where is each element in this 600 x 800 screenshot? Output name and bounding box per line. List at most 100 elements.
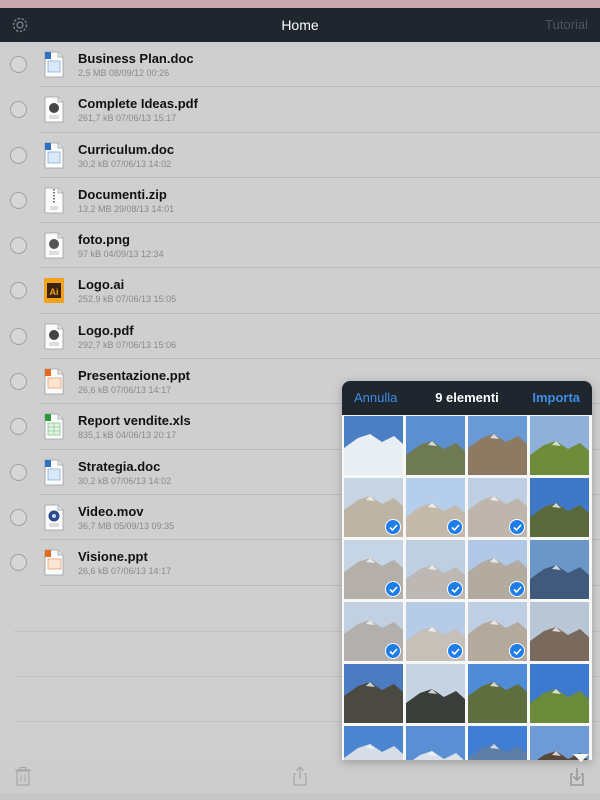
photo-thumbnail[interactable] bbox=[530, 602, 589, 661]
checkmark-icon bbox=[385, 643, 401, 659]
bottom-strip bbox=[0, 793, 600, 800]
photo-thumbnail[interactable] bbox=[406, 478, 465, 537]
select-radio[interactable] bbox=[10, 327, 27, 345]
select-radio[interactable] bbox=[10, 191, 27, 209]
pdf-file-icon bbox=[43, 96, 65, 123]
select-radio[interactable] bbox=[10, 146, 27, 164]
file-meta: 252,9 kB 07/06/13 15:05 bbox=[78, 294, 177, 305]
checkmark-icon bbox=[385, 581, 401, 597]
select-radio[interactable] bbox=[10, 282, 27, 300]
file-name: Documenti.zip bbox=[78, 186, 167, 202]
import-icon[interactable] bbox=[566, 765, 588, 787]
photo-thumbnail[interactable] bbox=[406, 416, 465, 475]
photo-thumbnail[interactable] bbox=[344, 416, 403, 475]
page-title: Home bbox=[281, 17, 319, 33]
nav-bar: Home Tutorial bbox=[0, 8, 600, 42]
file-meta: 30,2 kB 07/06/13 14:02 bbox=[78, 158, 172, 169]
file-meta: 13,2 MB 29/08/13 14:01 bbox=[78, 203, 175, 214]
select-radio[interactable] bbox=[10, 373, 27, 391]
photo-thumbnail[interactable] bbox=[344, 726, 403, 760]
mov-file-icon bbox=[43, 504, 65, 531]
share-icon[interactable] bbox=[289, 765, 311, 787]
png-file-icon bbox=[43, 232, 65, 259]
picker-header: 9 elementi Annulla Importa bbox=[342, 381, 592, 415]
photo-thumbnail[interactable] bbox=[344, 664, 403, 723]
file-name: Presentazione.ppt bbox=[78, 368, 190, 384]
checkmark-icon bbox=[509, 519, 525, 535]
file-meta: 26,6 kB 07/06/13 14:17 bbox=[78, 566, 172, 577]
photo-thumbnail[interactable] bbox=[468, 416, 527, 475]
photo-thumbnail[interactable] bbox=[468, 602, 527, 661]
file-name: Strategia.doc bbox=[78, 458, 161, 474]
photo-picker-popover: 9 elementi Annulla Importa bbox=[342, 381, 592, 760]
file-row[interactable]: Ai Logo.ai 252,9 kB 07/06/13 15:05 bbox=[0, 268, 600, 315]
checkmark-icon bbox=[509, 581, 525, 597]
file-meta: 30,2 kB 07/06/13 14:02 bbox=[78, 475, 172, 486]
pdf-file-icon bbox=[43, 323, 65, 350]
ppt-file-icon bbox=[43, 368, 65, 395]
checkmark-icon bbox=[447, 643, 463, 659]
checkmark-icon bbox=[447, 519, 463, 535]
file-name: Curriculum.doc bbox=[78, 141, 175, 157]
file-row[interactable]: Business Plan.doc 2,5 MB 08/09/12 00:26 bbox=[0, 42, 600, 88]
select-radio[interactable] bbox=[10, 554, 27, 572]
file-meta: 835,1 kB 04/06/13 20:17 bbox=[78, 430, 177, 441]
select-radio[interactable] bbox=[10, 101, 27, 119]
file-meta: 261,7 kB 07/06/13 15:17 bbox=[78, 113, 177, 124]
file-name: Logo.pdf bbox=[78, 322, 134, 338]
file-name: foto.png bbox=[78, 232, 130, 248]
checkmark-icon bbox=[509, 643, 525, 659]
photo-thumbnail[interactable] bbox=[468, 540, 527, 599]
photo-thumbnail[interactable] bbox=[406, 664, 465, 723]
file-row[interactable]: Curriculum.doc 30,2 kB 07/06/13 14:02 bbox=[0, 133, 600, 179]
file-name: Visione.ppt bbox=[78, 549, 148, 565]
select-radio[interactable] bbox=[10, 237, 27, 255]
photo-thumbnail[interactable] bbox=[344, 478, 403, 537]
status-strip bbox=[0, 0, 600, 8]
cancel-button[interactable]: Annulla bbox=[354, 381, 397, 415]
bottom-toolbar bbox=[0, 760, 600, 793]
file-name: Complete Ideas.pdf bbox=[78, 96, 198, 112]
photo-thumbnail[interactable] bbox=[344, 602, 403, 661]
xls-file-icon bbox=[43, 413, 65, 440]
file-row[interactable]: foto.png 97 kB 04/09/13 12:34 bbox=[0, 223, 600, 269]
photo-thumbnail[interactable] bbox=[406, 726, 465, 760]
photo-thumbnail[interactable] bbox=[530, 416, 589, 475]
file-meta: 97 kB 04/09/13 12:34 bbox=[78, 249, 164, 260]
ppt-file-icon bbox=[43, 549, 65, 576]
tutorial-button[interactable]: Tutorial bbox=[545, 8, 588, 42]
select-radio[interactable] bbox=[10, 418, 27, 436]
trash-icon[interactable] bbox=[12, 765, 34, 787]
file-row[interactable]: Complete Ideas.pdf 261,7 kB 07/06/13 15:1… bbox=[0, 87, 600, 133]
photo-thumbnail[interactable] bbox=[344, 540, 403, 599]
photo-thumbnail[interactable] bbox=[406, 540, 465, 599]
select-radio[interactable] bbox=[10, 463, 27, 481]
doc-file-icon bbox=[43, 51, 65, 78]
checkmark-icon bbox=[447, 581, 463, 597]
popover-arrow bbox=[573, 754, 589, 762]
file-meta: 2,5 MB 08/09/12 00:26 bbox=[78, 68, 170, 78]
doc-file-icon bbox=[43, 142, 65, 169]
photo-thumbnail[interactable] bbox=[406, 602, 465, 661]
select-radio[interactable] bbox=[10, 56, 27, 73]
photo-thumbnail[interactable] bbox=[468, 726, 527, 760]
select-radio[interactable] bbox=[10, 508, 27, 526]
file-meta: 36,7 MB 05/09/13 09:35 bbox=[78, 520, 175, 531]
photo-thumbnail[interactable] bbox=[468, 478, 527, 537]
photo-thumbnail[interactable] bbox=[530, 664, 589, 723]
zip-file-icon bbox=[43, 187, 65, 214]
file-meta: 292,7 kB 07/06/13 15:06 bbox=[78, 339, 177, 350]
file-row[interactable]: Logo.pdf 292,7 kB 07/06/13 15:06 bbox=[0, 314, 600, 360]
import-button[interactable]: Importa bbox=[532, 381, 580, 415]
ai-file-icon: Ai bbox=[43, 277, 65, 304]
file-name: Business Plan.doc bbox=[78, 51, 194, 66]
svg-text:Ai: Ai bbox=[50, 287, 59, 297]
photo-thumbnail[interactable] bbox=[468, 664, 527, 723]
photo-thumbnail[interactable] bbox=[530, 478, 589, 537]
file-name: Video.mov bbox=[78, 503, 144, 519]
file-name: Report vendite.xls bbox=[78, 413, 191, 429]
photo-thumbnail[interactable] bbox=[530, 540, 589, 599]
file-row[interactable]: Documenti.zip 13,2 MB 29/08/13 14:01 bbox=[0, 178, 600, 224]
checkmark-icon bbox=[385, 519, 401, 535]
file-name: Logo.ai bbox=[78, 277, 125, 293]
